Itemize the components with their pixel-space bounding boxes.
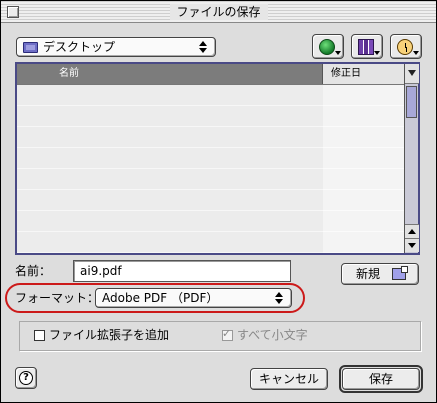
list-item[interactable]	[17, 106, 404, 127]
file-list-rows[interactable]	[17, 85, 404, 253]
name-label: 名前：	[15, 264, 52, 278]
format-value: Adobe PDF （PDF）	[102, 291, 219, 305]
dropdown-triangle-icon	[335, 51, 341, 55]
vertical-scrollbar[interactable]	[404, 64, 419, 253]
scroll-up-icon[interactable]	[405, 224, 419, 238]
help-button[interactable]: ?	[15, 367, 37, 389]
close-box[interactable]	[7, 6, 19, 18]
list-item[interactable]	[17, 148, 404, 169]
column-header-modified[interactable]: 修正日	[323, 64, 404, 84]
favorites-button[interactable]	[351, 34, 383, 59]
format-popup[interactable]: Adobe PDF （PDF）	[95, 288, 292, 308]
lowercase-label: すべて小文字	[237, 328, 308, 342]
list-item[interactable]	[17, 85, 404, 106]
sort-order-icon[interactable]	[405, 64, 419, 84]
folder-icon	[23, 42, 38, 53]
list-item[interactable]	[17, 169, 404, 190]
list-item[interactable]	[17, 211, 404, 232]
lowercase-checkbox[interactable]	[222, 327, 233, 341]
new-folder-button[interactable]: 新規	[341, 263, 419, 285]
recent-clock-icon	[397, 39, 413, 55]
list-item[interactable]	[17, 127, 404, 148]
favorites-books-icon	[358, 39, 374, 55]
file-list[interactable]: 名前 修正日	[15, 62, 420, 255]
format-label: フォーマット：	[15, 291, 100, 305]
append-extension-checkbox[interactable]	[34, 330, 45, 341]
save-button[interactable]: 保存	[342, 368, 420, 390]
recent-button[interactable]	[390, 34, 422, 59]
location-label: デスクトップ	[43, 40, 116, 54]
options-group: ファイル拡張子を追加 すべて小文字	[19, 321, 421, 351]
scroll-thumb[interactable]	[406, 86, 417, 118]
window-title: ファイルの保存	[169, 4, 268, 20]
list-item[interactable]	[17, 232, 404, 253]
cancel-button[interactable]: キャンセル	[250, 368, 328, 390]
new-folder-label: 新規	[356, 267, 381, 281]
help-icon: ?	[19, 371, 33, 385]
dropdown-triangle-icon	[413, 51, 419, 55]
list-item[interactable]	[17, 190, 404, 211]
filename-input[interactable]	[73, 260, 291, 282]
popup-arrows-icon	[273, 291, 285, 305]
location-popup[interactable]: デスクトップ	[16, 37, 216, 57]
new-folder-icon	[392, 266, 408, 280]
file-list-header: 名前 修正日	[17, 64, 404, 85]
network-globe-icon	[319, 39, 335, 55]
title-bar[interactable]: ファイルの保存	[1, 1, 436, 23]
save-dialog-window: ファイルの保存 デスクトップ 名前 修正日 名前： ai9.pdf 新規 フォー…	[0, 0, 437, 403]
column-header-name[interactable]: 名前	[17, 64, 323, 84]
network-button[interactable]	[312, 34, 344, 59]
dropdown-triangle-icon	[374, 51, 380, 55]
scroll-down-icon[interactable]	[405, 238, 419, 252]
popup-arrows-icon	[197, 40, 209, 54]
append-extension-label[interactable]: ファイル拡張子を追加	[49, 328, 169, 343]
